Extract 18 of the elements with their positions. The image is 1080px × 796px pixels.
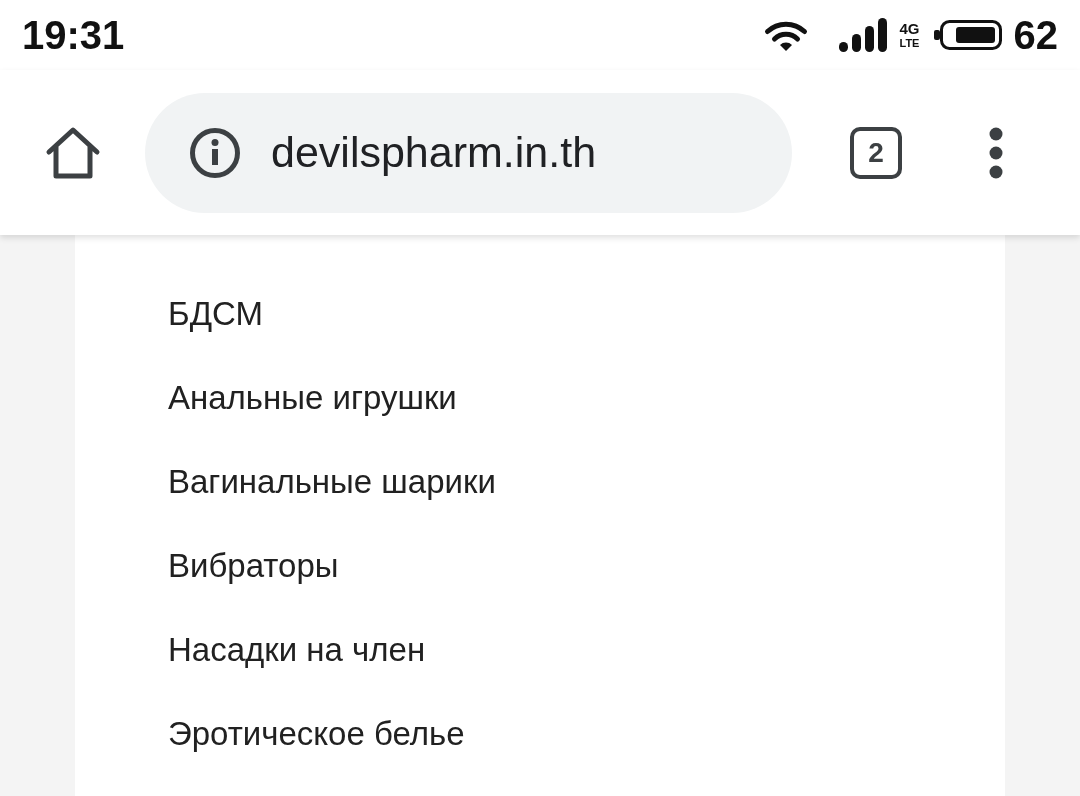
category-link[interactable]: Вагинальные шарики <box>168 464 496 498</box>
status-time: 19:31 <box>22 15 125 55</box>
category-link[interactable]: Вибраторы <box>168 548 339 582</box>
info-icon[interactable] <box>190 127 240 178</box>
battery-icon <box>933 20 1002 50</box>
battery-percentage: 62 <box>1013 15 1058 55</box>
category-link[interactable]: БДСМ <box>168 296 263 330</box>
address-bar[interactable]: devilspharm.in.th <box>145 92 792 213</box>
category-link[interactable]: Эротическое белье <box>168 716 465 750</box>
category-link[interactable]: Анальные игрушки <box>168 380 457 414</box>
tab-count-button[interactable]: 2 <box>850 126 902 179</box>
signal-bars-icon <box>839 18 888 52</box>
url-text: devilspharm.in.th <box>271 131 597 174</box>
network-type-label: 4G <box>899 21 920 36</box>
network-subtype-label: LTE <box>899 38 920 49</box>
home-icon[interactable] <box>45 125 101 180</box>
category-link[interactable]: Насадки на член <box>168 632 426 666</box>
menu-icon[interactable] <box>989 126 1003 179</box>
